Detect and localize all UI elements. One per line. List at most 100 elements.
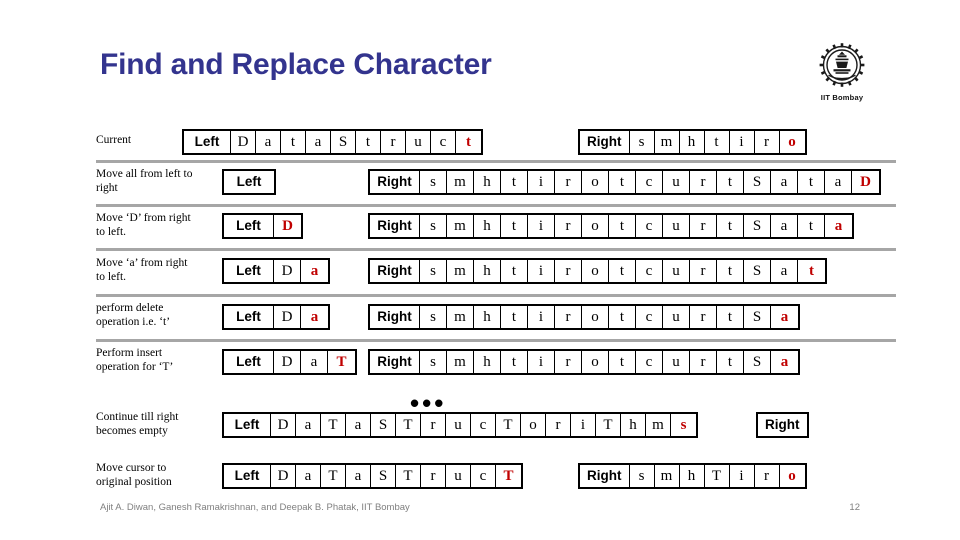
step-label: Move ‘D’ from right to left. bbox=[96, 212, 191, 238]
step-label: Move all from left to right bbox=[96, 168, 193, 194]
character-cell: a bbox=[296, 465, 321, 487]
character-cell: i bbox=[730, 131, 755, 153]
step-label: Continue till right becomes empty bbox=[96, 411, 179, 437]
character-cell: t bbox=[798, 215, 825, 237]
character-cell: c bbox=[636, 306, 663, 328]
table-head-cell: Left bbox=[236, 174, 262, 190]
character-cell: t bbox=[717, 306, 744, 328]
character-cell: S bbox=[331, 131, 356, 153]
character-cell: S bbox=[744, 306, 771, 328]
step-label: perform delete operation i.e. ‘t’ bbox=[96, 302, 171, 328]
character-cell: r bbox=[755, 131, 780, 153]
character-cell: c bbox=[636, 215, 663, 237]
left-stack-table: Left Da Ta S Tr u c T bbox=[222, 463, 523, 489]
character-cell: a bbox=[780, 353, 789, 370]
character-cell: t bbox=[501, 215, 528, 237]
character-cell: r bbox=[421, 465, 446, 487]
character-cell: a bbox=[771, 215, 798, 237]
character-cell: h bbox=[474, 215, 501, 237]
character-cell: t bbox=[705, 131, 730, 153]
left-stack-table: Left Da Ta S Tr u c To r i Th m s bbox=[222, 412, 698, 438]
character-cell: m bbox=[447, 171, 474, 193]
character-cell: r bbox=[690, 306, 717, 328]
character-cell: u bbox=[663, 351, 690, 373]
character-cell: h bbox=[474, 260, 501, 282]
character-cell: t bbox=[356, 131, 381, 153]
character-cell: i bbox=[528, 171, 555, 193]
table-head-cell: Right bbox=[765, 417, 800, 433]
step-label: Perform insert operation for ‘T’ bbox=[96, 347, 174, 373]
character-cell: D bbox=[860, 173, 871, 190]
character-cell: m bbox=[447, 306, 474, 328]
table-head-cell: Right bbox=[370, 215, 420, 237]
character-cell: a bbox=[310, 308, 319, 325]
character-cell: T bbox=[396, 465, 421, 487]
character-cell: a bbox=[771, 260, 798, 282]
right-stack-table: Right s m h t i r o t c u r t Sa t bbox=[368, 258, 827, 284]
table-head-cell: Right bbox=[580, 131, 630, 153]
character-cell: o bbox=[582, 171, 609, 193]
character-cell: r bbox=[555, 260, 582, 282]
character-cell: s bbox=[420, 215, 447, 237]
table-head-cell: Right bbox=[370, 171, 420, 193]
character-cell: D bbox=[274, 260, 301, 282]
step-row: Move all from left to right Left Right s m h t… bbox=[96, 160, 896, 204]
character-cell: S bbox=[744, 171, 771, 193]
character-cell: t bbox=[281, 131, 306, 153]
step-row: Move cursor to original position Left Da Ta… bbox=[96, 454, 896, 498]
logo-caption: IIT Bombay bbox=[820, 93, 864, 102]
right-stack-table: Right s m h t i r o t c u r t Sa t a D bbox=[368, 169, 881, 195]
character-cell: a bbox=[306, 131, 331, 153]
character-cell: c bbox=[431, 131, 456, 153]
left-stack-table: Left Da bbox=[222, 304, 330, 330]
character-cell: a bbox=[346, 465, 371, 487]
character-cell: o bbox=[582, 306, 609, 328]
character-cell: T bbox=[321, 465, 346, 487]
character-cell: i bbox=[528, 351, 555, 373]
character-cell: T bbox=[503, 467, 514, 484]
table-head-cell: Right bbox=[370, 306, 420, 328]
character-cell: s bbox=[420, 171, 447, 193]
character-cell: c bbox=[636, 351, 663, 373]
character-cell: t bbox=[501, 306, 528, 328]
character-cell: h bbox=[474, 351, 501, 373]
table-head-cell: Left bbox=[224, 260, 274, 282]
character-cell: S bbox=[371, 465, 396, 487]
character-cell: T bbox=[596, 414, 621, 436]
character-cell: t bbox=[609, 215, 636, 237]
step-row: Move ‘a’ from right to left. Left Da Right s… bbox=[96, 248, 896, 294]
right-stack-table: Right s m h t i r o t c u r t Sa bbox=[368, 349, 800, 375]
character-cell: m bbox=[447, 260, 474, 282]
character-cell: T bbox=[705, 465, 730, 487]
character-cell: i bbox=[571, 414, 596, 436]
left-stack-table: Left Da t a St r u c t bbox=[182, 129, 483, 155]
table-head-cell: Left bbox=[224, 306, 274, 328]
step-row: Current Left Da t a St r u c t Right s m h t i r o bbox=[96, 124, 896, 160]
character-cell: o bbox=[582, 351, 609, 373]
character-cell: t bbox=[717, 260, 744, 282]
character-cell: c bbox=[636, 260, 663, 282]
right-stack-table: Right s m h t i r o bbox=[578, 129, 807, 155]
character-cell: u bbox=[406, 131, 431, 153]
character-cell: r bbox=[555, 215, 582, 237]
table-head-cell: Right bbox=[370, 260, 420, 282]
character-cell: t bbox=[609, 260, 636, 282]
character-cell: r bbox=[381, 131, 406, 153]
table-head-cell: Left bbox=[224, 351, 274, 373]
character-cell: t bbox=[609, 351, 636, 373]
left-stack-table: Left D bbox=[222, 213, 303, 239]
character-cell: i bbox=[528, 215, 555, 237]
right-stack-table: Right s m h t i r o t c u r t Sa t a bbox=[368, 213, 854, 239]
character-cell: o bbox=[788, 467, 796, 484]
character-cell: D bbox=[274, 306, 301, 328]
character-cell: T bbox=[496, 414, 521, 436]
character-cell: a bbox=[256, 131, 281, 153]
table-head-cell: Right bbox=[580, 465, 630, 487]
character-cell: t bbox=[609, 171, 636, 193]
character-cell: r bbox=[690, 351, 717, 373]
character-cell: S bbox=[744, 215, 771, 237]
step-row: Move ‘D’ from right to left. Left D Right s m… bbox=[96, 204, 896, 248]
character-cell: c bbox=[471, 465, 496, 487]
character-cell: o bbox=[582, 215, 609, 237]
step-row: Continue till right becomes empty Left Da T… bbox=[96, 402, 896, 448]
